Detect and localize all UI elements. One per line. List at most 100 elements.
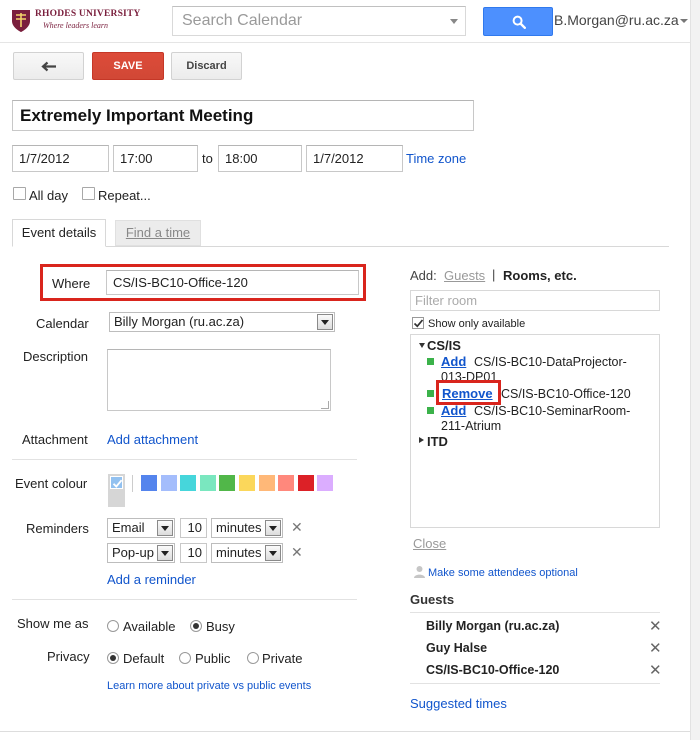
where-field[interactable] (106, 270, 359, 295)
reminder-method-select[interactable]: Pop-up (107, 543, 175, 563)
add-room-link[interactable]: Add (441, 403, 466, 418)
chevron-down-icon (265, 545, 281, 561)
colour-swatch[interactable] (239, 475, 255, 491)
show-only-available-label: Show only available (428, 318, 526, 330)
colour-swatch[interactable] (258, 475, 275, 491)
guest-name: CS/IS-BC10-Office-120 (426, 663, 560, 677)
start-date-field[interactable] (12, 145, 109, 172)
remove-room-link[interactable]: Remove (442, 386, 493, 401)
available-indicator-icon (427, 390, 434, 397)
check-icon (112, 479, 123, 488)
event-title-input[interactable] (12, 100, 474, 131)
chevron-down-icon (317, 314, 333, 330)
to-label: to (202, 151, 213, 166)
tab-find-a-time[interactable]: Find a time (115, 220, 201, 246)
account-dropdown-icon[interactable] (680, 19, 688, 23)
logo-tagline: Where leaders learn (43, 21, 109, 30)
public-label: Public (195, 651, 231, 666)
privacy-label: Privacy (47, 649, 90, 664)
radio-default[interactable] (107, 652, 119, 664)
description-textarea[interactable] (107, 349, 331, 411)
reminder-unit-value: minutes (216, 520, 262, 535)
timezone-link[interactable]: Time zone (406, 151, 466, 166)
reminder-amount-field[interactable]: 10 (180, 543, 207, 563)
repeat-checkbox[interactable] (82, 187, 95, 200)
all-day-label: All day (29, 188, 69, 203)
colour-divider (132, 475, 133, 492)
logo-name: RHODES UNIVERSITY (35, 9, 141, 19)
room-group-itd[interactable]: ITD (427, 434, 448, 449)
search-input[interactable] (173, 7, 433, 35)
selected-colour-swatch[interactable] (110, 476, 123, 489)
person-icon (414, 566, 425, 578)
available-label: Available (123, 619, 176, 634)
tab-guests[interactable]: Guests (444, 268, 485, 283)
radio-available[interactable] (107, 620, 119, 632)
colour-swatch[interactable] (199, 475, 216, 491)
add-attachment-link[interactable]: Add attachment (107, 432, 198, 447)
suggested-times-link[interactable]: Suggested times (410, 696, 507, 711)
guests-heading: Guests (410, 592, 455, 607)
tab-separator: | (492, 267, 496, 282)
search-button[interactable] (483, 7, 553, 36)
expanded-triangle-icon[interactable] (419, 343, 425, 348)
section-divider (12, 599, 357, 600)
remove-guest-icon[interactable]: ✕ (649, 639, 662, 657)
discard-button[interactable]: Discard (171, 52, 242, 80)
room-name: CS/IS-BC10-DataProjector- (474, 355, 627, 369)
room-group-cs-is[interactable]: CS/IS (427, 338, 461, 353)
reminder-amount-field[interactable]: 10 (180, 518, 207, 538)
default-label: Default (123, 651, 165, 666)
calendar-select-value: Billy Morgan (ru.ac.za) (114, 314, 245, 329)
radio-busy[interactable] (190, 620, 202, 632)
remove-reminder-icon[interactable]: ✕ (291, 544, 303, 561)
page-scrollbar[interactable] (690, 0, 700, 740)
repeat-label: Repeat... (98, 188, 151, 203)
save-button[interactable]: SAVE (92, 52, 164, 80)
remove-reminder-icon[interactable]: ✕ (291, 519, 303, 536)
colour-swatch[interactable] (219, 475, 236, 491)
reminder-method-select[interactable]: Email (107, 518, 175, 538)
tab-rooms[interactable]: Rooms, etc. (503, 268, 577, 283)
make-attendees-optional-link[interactable]: Make some attendees optional (428, 567, 578, 579)
end-time-field[interactable] (218, 145, 302, 172)
check-icon (413, 319, 424, 328)
search-dropdown-icon[interactable] (450, 19, 458, 24)
crest-icon (12, 10, 30, 32)
radio-public[interactable] (179, 652, 191, 664)
room-name: CS/IS-BC10-SeminarRoom- (474, 404, 631, 418)
colour-swatch[interactable] (317, 475, 334, 491)
remove-guest-icon[interactable]: ✕ (649, 661, 662, 679)
arrow-left-icon (41, 61, 56, 72)
reminder-unit-select[interactable]: minutes (211, 518, 283, 538)
colour-swatch[interactable] (180, 475, 197, 491)
busy-label: Busy (206, 619, 235, 634)
radio-private[interactable] (247, 652, 259, 664)
add-room-link[interactable]: Add (441, 354, 466, 369)
user-account-email[interactable]: B.Morgan@ru.ac.za (554, 12, 679, 28)
calendar-select[interactable]: Billy Morgan (ru.ac.za) (109, 312, 335, 332)
search-box[interactable] (172, 6, 466, 36)
add-reminder-link[interactable]: Add a reminder (107, 572, 196, 587)
learn-more-privacy-link[interactable]: Learn more about private vs public event… (107, 680, 311, 692)
colour-swatch[interactable] (160, 475, 177, 491)
all-day-checkbox[interactable] (13, 187, 26, 200)
colour-swatch[interactable] (141, 475, 157, 491)
end-date-field[interactable] (306, 145, 403, 172)
reminder-unit-select[interactable]: minutes (211, 543, 283, 563)
university-logo[interactable]: RHODES UNIVERSITY Where leaders learn (10, 6, 140, 36)
tab-event-details[interactable]: Event details (12, 219, 106, 247)
back-button[interactable] (13, 52, 84, 80)
start-time-field[interactable] (113, 145, 198, 172)
available-indicator-icon (427, 358, 434, 365)
attachment-label: Attachment (22, 432, 88, 447)
resize-grip-icon[interactable] (321, 401, 329, 409)
collapsed-triangle-icon[interactable] (419, 437, 424, 443)
filter-room-input[interactable]: Filter room (410, 290, 660, 311)
remove-guest-icon[interactable]: ✕ (649, 617, 662, 635)
show-only-available-checkbox[interactable] (412, 317, 424, 329)
colour-swatch[interactable] (278, 475, 295, 491)
close-link[interactable]: Close (413, 536, 446, 551)
colour-swatch[interactable] (297, 475, 314, 491)
reminder-method-value: Pop-up (112, 545, 154, 560)
